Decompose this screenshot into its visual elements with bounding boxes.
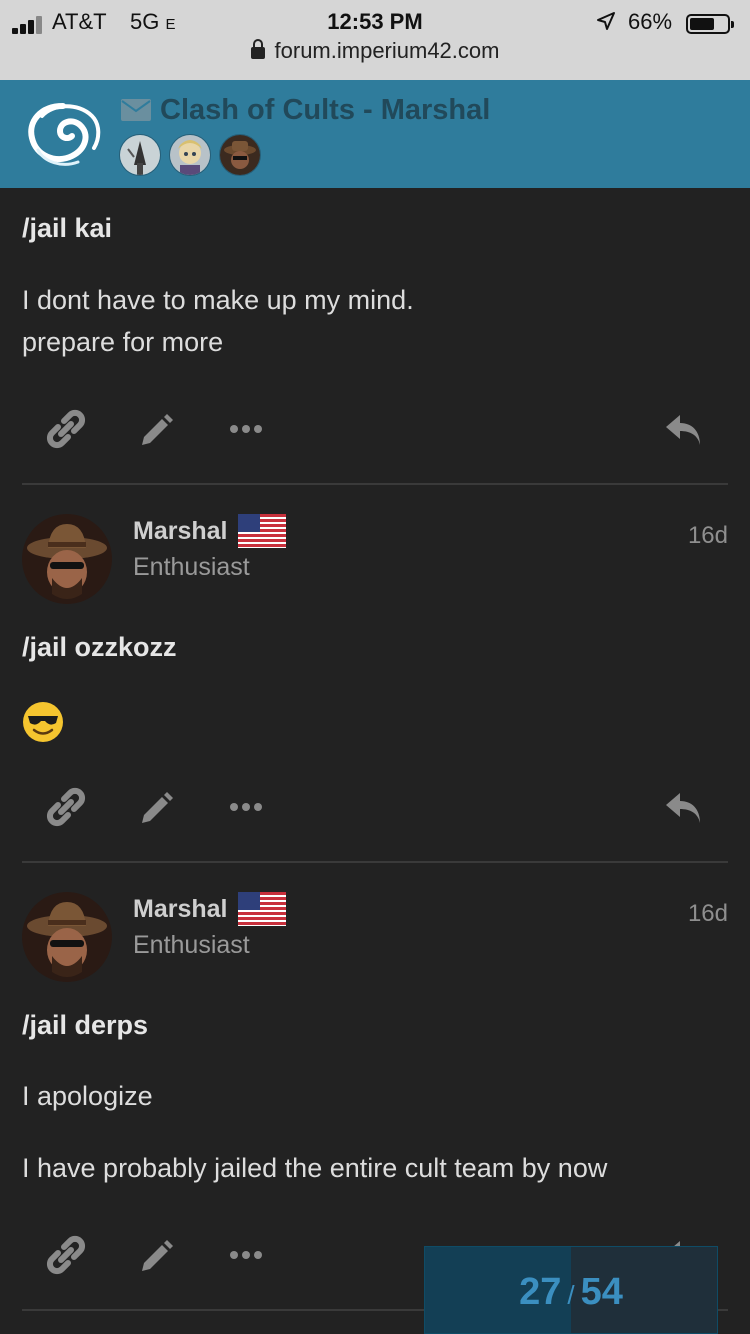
lock-icon bbox=[250, 39, 265, 59]
status-bar: AT&T 5G E 12:53 PM 66% forum.imperium42.… bbox=[0, 0, 750, 80]
post-text-line: I apologize bbox=[22, 1081, 153, 1111]
current-post-number: 27 bbox=[519, 1271, 562, 1313]
us-flag-icon bbox=[238, 892, 286, 926]
user-title: Enthusiast bbox=[133, 553, 250, 581]
location-arrow-icon bbox=[597, 12, 615, 30]
post-text-line: prepare for more bbox=[22, 327, 224, 357]
private-message-icon bbox=[121, 99, 151, 121]
reply-icon[interactable] bbox=[662, 407, 706, 451]
post-text-line: I have probably jailed the entire cult t… bbox=[22, 1153, 608, 1183]
progress-separator: / bbox=[567, 1280, 575, 1310]
pencil-icon[interactable] bbox=[134, 407, 178, 451]
link-icon[interactable] bbox=[44, 1233, 88, 1277]
participant-avatar[interactable] bbox=[119, 134, 161, 176]
battery-icon bbox=[686, 14, 734, 34]
topic-header: Clash of Cults - Marshal bbox=[0, 80, 750, 188]
participant-avatar[interactable] bbox=[169, 134, 211, 176]
post-stream: /jail kai I dont have to make up my mind… bbox=[0, 188, 750, 1334]
post-text-line: I dont have to make up my mind. bbox=[22, 285, 414, 315]
more-icon[interactable] bbox=[224, 785, 268, 829]
address-bar[interactable]: forum.imperium42.com bbox=[0, 38, 750, 68]
post-date[interactable]: 16d bbox=[688, 522, 728, 550]
user-title: Enthusiast bbox=[133, 931, 250, 959]
pencil-icon[interactable] bbox=[134, 1233, 178, 1277]
post-heading: /jail kai bbox=[22, 213, 113, 243]
more-icon[interactable] bbox=[224, 407, 268, 451]
participant-avatar[interactable] bbox=[219, 134, 261, 176]
topic-title[interactable]: Clash of Cults - Marshal bbox=[160, 94, 490, 127]
sunglasses-emoji bbox=[23, 702, 63, 742]
pencil-icon[interactable] bbox=[134, 785, 178, 829]
post-date[interactable]: 16d bbox=[688, 900, 728, 928]
us-flag-icon bbox=[238, 514, 286, 548]
more-icon[interactable] bbox=[224, 1233, 268, 1277]
username[interactable]: Marshal bbox=[133, 895, 227, 924]
link-icon[interactable] bbox=[44, 407, 88, 451]
total-post-count: 54 bbox=[580, 1271, 623, 1313]
post-divider bbox=[22, 861, 728, 863]
topic-progress[interactable]: 27/54 bbox=[424, 1246, 718, 1334]
progress-counter: 27/54 bbox=[425, 1271, 717, 1314]
url-text: forum.imperium42.com bbox=[274, 38, 500, 63]
post-heading: /jail ozzkozz bbox=[22, 632, 177, 662]
link-icon[interactable] bbox=[44, 785, 88, 829]
avatar[interactable] bbox=[22, 514, 112, 604]
battery-percent: 66% bbox=[628, 9, 673, 34]
username[interactable]: Marshal bbox=[133, 517, 227, 546]
avatar[interactable] bbox=[22, 892, 112, 982]
post-divider bbox=[22, 483, 728, 485]
reply-icon[interactable] bbox=[662, 785, 706, 829]
forum-logo-icon[interactable] bbox=[22, 98, 104, 170]
post-heading: /jail derps bbox=[22, 1010, 149, 1040]
